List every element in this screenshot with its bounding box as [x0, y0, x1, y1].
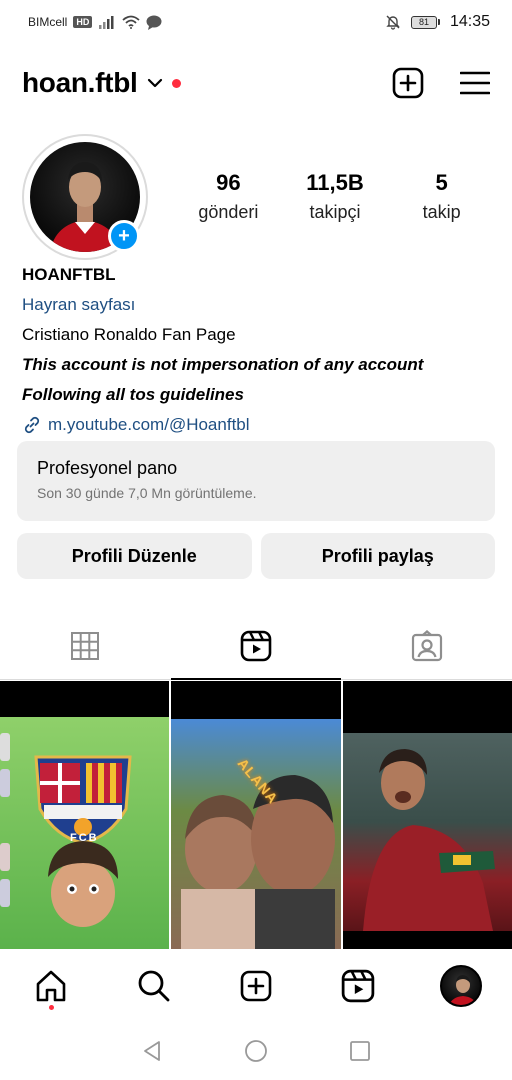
following-label: takip	[422, 202, 461, 222]
tab-tagged[interactable]	[341, 612, 512, 679]
posts-label: gönderi	[198, 202, 259, 222]
wifi-icon	[122, 15, 140, 29]
dashboard-title: Profesyonel pano	[37, 458, 178, 478]
following-stat[interactable]: 5 takip	[388, 170, 495, 223]
following-count: 5	[435, 170, 448, 195]
nav-search[interactable]	[124, 956, 184, 1016]
dashboard-subtitle: Son 30 günde 7,0 Mn görüntüleme.	[37, 485, 257, 501]
clock: 14:35	[449, 13, 490, 30]
reels-icon	[342, 969, 375, 1003]
menu-button[interactable]	[460, 70, 490, 96]
create-icon	[240, 970, 272, 1002]
home-circle-icon[interactable]	[244, 1039, 268, 1063]
battery-level: 81	[410, 15, 437, 29]
reels-grid: FCB ALANA	[0, 681, 512, 949]
posts-count: 96	[216, 170, 241, 195]
recents-icon[interactable]	[348, 1039, 372, 1063]
tab-reels[interactable]	[170, 612, 342, 680]
nav-profile[interactable]	[431, 956, 491, 1016]
tab-posts[interactable]	[0, 612, 171, 679]
notification-dot	[171, 78, 181, 88]
hd-badge: HD	[73, 16, 93, 28]
reel-caption: FCB	[70, 832, 99, 844]
profile-header: hoan.ftbl	[22, 58, 490, 108]
mute-bell-icon	[386, 15, 400, 30]
professional-dashboard[interactable]: Profesyonel pano Son 30 günde 7,0 Mn gör…	[17, 441, 495, 521]
content-tabs	[0, 612, 512, 680]
notification-dot	[48, 1005, 54, 1010]
profile-link-text: m.youtube.com/@Hoanftbl	[48, 415, 250, 434]
followers-count: 11,5B	[306, 170, 364, 195]
bottom-navigation	[0, 950, 512, 1022]
home-icon	[36, 970, 66, 1002]
hamburger-icon	[460, 71, 490, 95]
bio-line: This account is not impersonation of any…	[22, 355, 424, 374]
nav-reels[interactable]	[328, 956, 388, 1016]
create-button[interactable]	[392, 67, 424, 99]
display-name: HOANFTBL	[22, 265, 116, 284]
reel-thumbnail[interactable]	[342, 681, 512, 949]
back-icon[interactable]	[140, 1039, 164, 1063]
followers-stat[interactable]: 11,5B takipçi	[282, 170, 389, 223]
nav-home[interactable]	[21, 956, 81, 1016]
plus-icon: +	[118, 225, 130, 247]
reel-thumbnail[interactable]: ALANA	[171, 681, 341, 949]
followers-label: takipçi	[309, 202, 361, 222]
category-label[interactable]: Hayran sayfası	[22, 290, 490, 320]
username-switcher[interactable]: hoan.ftbl	[22, 67, 138, 99]
grid-icon	[71, 631, 100, 660]
edit-profile-button[interactable]: Profili Düzenle	[17, 533, 252, 579]
battery-indicator: 81	[410, 15, 440, 29]
profile-bio: HOANFTBL Hayran sayfası Cristiano Ronald…	[22, 260, 490, 440]
nav-create[interactable]	[226, 956, 286, 1016]
posts-stat[interactable]: 96 gönderi	[175, 170, 282, 223]
message-icon	[146, 15, 162, 30]
carrier-name: BIMcell	[28, 15, 68, 29]
share-profile-button[interactable]: Profili paylaş	[260, 533, 495, 579]
chevron-down-icon[interactable]	[146, 74, 164, 92]
bio-line: Cristiano Ronaldo Fan Page	[22, 325, 236, 344]
profile-link[interactable]: m.youtube.com/@Hoanftbl	[22, 410, 490, 440]
status-bar: BIMcell HD 81 14:35	[0, 0, 512, 44]
reels-icon	[240, 630, 272, 661]
profile-avatar-icon	[439, 965, 482, 1007]
signal-icon	[99, 16, 114, 29]
system-navigation	[0, 1022, 512, 1080]
bio-line: Following all tos guidelines	[22, 385, 244, 404]
plus-square-icon	[392, 67, 424, 99]
add-story-button[interactable]: +	[108, 220, 140, 252]
profile-actions: Profili Düzenle Profili paylaş	[17, 533, 495, 579]
tagged-icon	[411, 629, 442, 661]
search-icon	[138, 970, 169, 1002]
link-icon	[24, 416, 40, 434]
reel-thumbnail[interactable]: FCB	[0, 681, 170, 949]
profile-stats: 96 gönderi 11,5B takipçi 5 takip	[175, 170, 495, 223]
